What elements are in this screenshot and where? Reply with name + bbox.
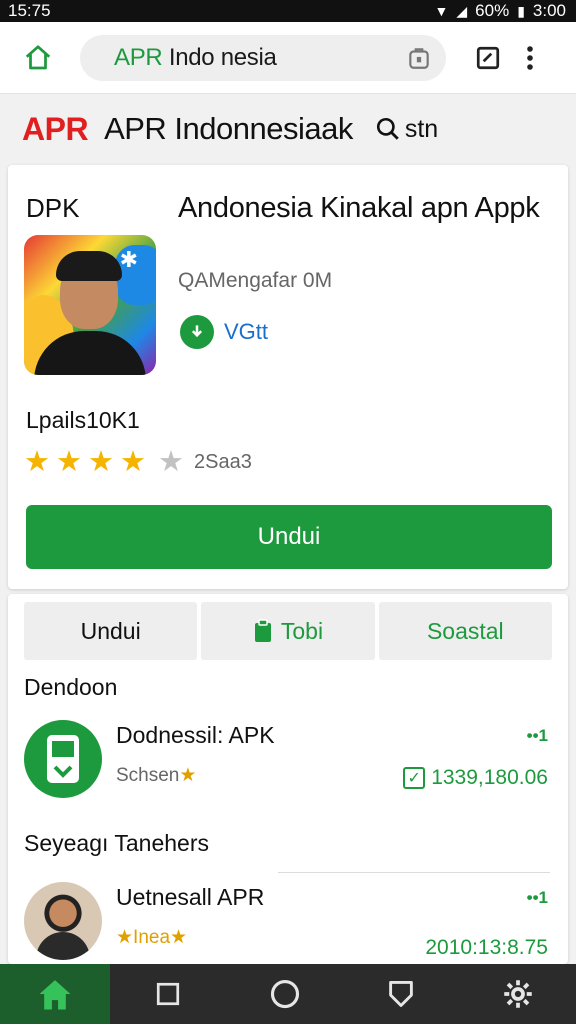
section-heading: Seyeagı Tanehers — [24, 830, 209, 856]
tabs-icon — [476, 46, 500, 69]
nav-recents[interactable] — [110, 964, 227, 1024]
app-title: Andonesia Kinakal apn Appk — [178, 192, 540, 224]
item-name: Dodnessil: APK — [116, 722, 275, 748]
home-icon — [39, 980, 71, 1010]
browser-toolbar: APR Indo nesia — [0, 22, 576, 94]
verified-label: VGtt — [224, 319, 269, 344]
rating-count: 2Saa3 — [194, 450, 252, 473]
site-logo[interactable]: APR — [22, 111, 89, 148]
app-card: DPK ✱ Andonesia Kinakal apn Appk QAMenga… — [8, 165, 568, 589]
tab-label: Tobi — [280, 617, 324, 644]
clipboard-icon — [254, 619, 271, 642]
download-count: Lpails10K1 — [26, 407, 140, 433]
nav-home[interactable] — [0, 964, 110, 1024]
item-version: 2010:13:8.75 — [425, 936, 548, 959]
item-dots: ••1 — [526, 888, 548, 907]
app-icon — [24, 720, 102, 798]
search-label: stn — [404, 114, 439, 143]
nav-settings[interactable] — [460, 964, 576, 1024]
site-title: APR Indonnesiaak — [104, 111, 353, 146]
home-icon — [25, 44, 51, 69]
overflow-menu-button[interactable] — [518, 42, 542, 74]
star-icon: ★ — [116, 927, 134, 948]
battery-percent: 60% — [475, 1, 510, 20]
tab-label: Soastal — [426, 617, 504, 644]
star-empty-icon: ★ — [158, 446, 184, 478]
shield-icon — [389, 981, 414, 1007]
item-version: ✓ 1339,180.06 — [403, 766, 548, 790]
url-rest: Indo nesia — [162, 43, 277, 71]
check-icon: ✓ — [403, 767, 426, 789]
section-heading: Dendoon — [24, 674, 118, 700]
star-icon: ★ — [179, 765, 197, 786]
item-name: Uetnesall APR — [116, 884, 265, 910]
app-icon-image: ✱ — [24, 235, 156, 375]
wifi-icon: ▼ — [434, 3, 449, 19]
battery-icon: ▮ — [517, 2, 525, 19]
list-item[interactable]: Uetnesall APR ★Inea★ ••1 2010:13:8.75 — [24, 882, 552, 966]
search-button[interactable]: stn — [375, 115, 438, 144]
status-bar: 15:75 ▼ ◢ 60% ▮ 3:00 — [0, 0, 576, 22]
divider — [278, 872, 550, 873]
item-dots: ••1 — [526, 726, 548, 745]
tab-undui[interactable]: Undui — [24, 602, 198, 660]
search-icon — [376, 117, 399, 140]
address-bar[interactable]: APR Indo nesia — [80, 34, 446, 81]
tab-soastal[interactable]: Soastal — [378, 602, 552, 660]
star-icon: ★ — [88, 446, 114, 478]
star-icon: ★ — [170, 927, 188, 948]
url-prefix: APR — [114, 43, 163, 71]
phone-app-icon — [47, 735, 79, 783]
bag-icon[interactable] — [406, 45, 432, 71]
home-button[interactable] — [14, 34, 62, 82]
site-header: APR APR Indonnesiaak stn — [0, 96, 576, 162]
star-icon: ★ — [24, 446, 50, 478]
item-sub: Schsen★ — [116, 765, 197, 786]
download-shield-icon — [180, 315, 214, 349]
more-vert-icon — [527, 45, 533, 70]
app-developer: QAMengafar 0M — [178, 269, 333, 292]
nav-shield[interactable] — [343, 964, 460, 1024]
tab-bar: Undui Tobi Soastal — [24, 602, 552, 660]
list-item[interactable]: Dodnessil: APK Schsen★ ••1 ✓ 1339,180.06 — [24, 720, 552, 804]
status-time: 15:75 — [8, 1, 51, 20]
download-button[interactable]: Undui — [26, 505, 552, 569]
star-decoration-icon: ✱ — [119, 247, 138, 272]
signal-icon: ◢ — [456, 2, 468, 19]
rating-stars: ★ ★ ★ ★ ★ — [24, 447, 184, 477]
status-icons: ▼ ◢ 60% ▮ 3:00 — [435, 1, 566, 21]
avatar — [24, 882, 102, 960]
rating-row: ★ ★ ★ ★ ★ 2Saa3 — [24, 447, 252, 477]
bottom-nav-bar — [0, 964, 576, 1024]
square-icon — [157, 982, 180, 1006]
app-label: DPK — [26, 193, 80, 223]
circle-icon — [270, 979, 299, 1009]
tabs-button[interactable] — [472, 42, 504, 74]
star-icon: ★ — [120, 446, 146, 478]
nav-home-circle[interactable] — [227, 964, 344, 1024]
url-text: APR Indo nesia — [114, 44, 277, 72]
verified-badge: VGtt — [180, 315, 268, 349]
status-clock: 3:00 — [532, 1, 566, 20]
tab-tobi[interactable]: Tobi — [201, 602, 375, 660]
item-sub: ★Inea★ — [116, 927, 188, 948]
star-icon: ★ — [56, 446, 82, 478]
tab-label: Undui — [80, 617, 141, 644]
related-section: Undui Tobi Soastal Dendoon Dodnessil: AP… — [8, 594, 568, 964]
gear-icon — [504, 980, 532, 1008]
